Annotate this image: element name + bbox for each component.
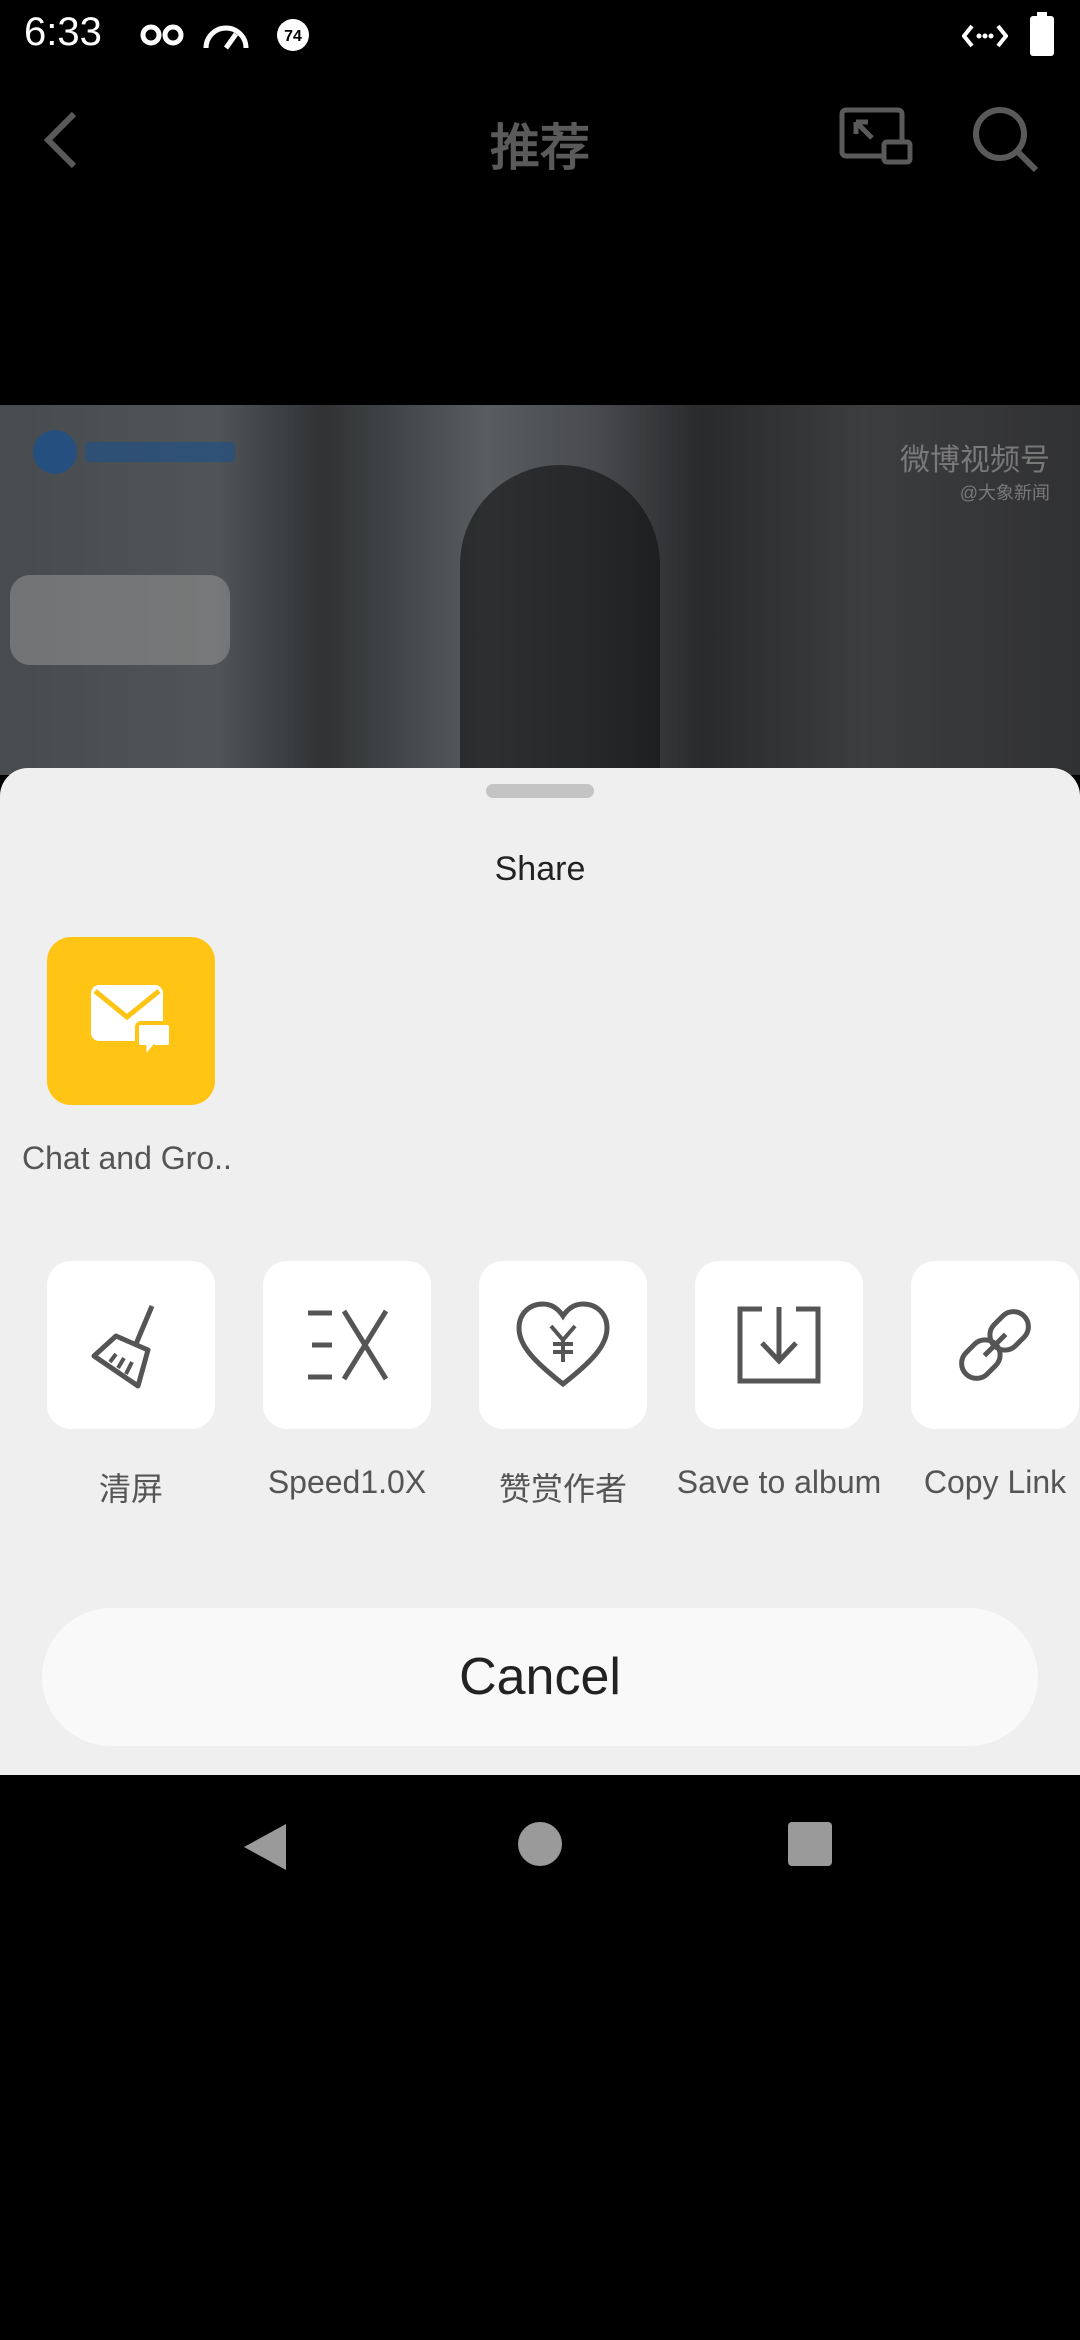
status-bar: 6:33 74 xyxy=(0,0,1080,72)
search-icon[interactable] xyxy=(970,104,1040,174)
notification-74-icon: 74 xyxy=(277,19,309,51)
copy-link-button[interactable] xyxy=(911,1261,1079,1429)
speed-label: Speed1.0X xyxy=(267,1464,427,1500)
share-sheet: Share Chat and Gro.. 清屏 Speed1.0X 赞赏作者 S… xyxy=(0,768,1080,1775)
notification-badge-text: 74 xyxy=(284,28,302,45)
sheet-title: Share xyxy=(494,850,586,888)
chat-and-groups-label: Chat and Gro.. xyxy=(22,1140,232,1176)
nav-back-icon[interactable] xyxy=(240,1820,290,1874)
drag-handle[interactable] xyxy=(486,784,594,798)
reward-author-button[interactable] xyxy=(479,1261,647,1429)
save-to-album-label: Save to album xyxy=(676,1464,882,1500)
copy-link-label: Copy Link xyxy=(923,1464,1067,1500)
battery-icon xyxy=(1030,12,1054,56)
data-transfer-icon xyxy=(962,24,1008,48)
reward-author-label: 赞赏作者 xyxy=(498,1471,627,1507)
chat-and-groups-button[interactable] xyxy=(47,937,215,1105)
incognito-icon xyxy=(140,24,184,46)
speed-button[interactable] xyxy=(263,1261,431,1429)
cancel-button[interactable]: Cancel xyxy=(42,1608,1038,1746)
download-icon xyxy=(737,1306,821,1384)
system-nav-bar xyxy=(0,1775,1080,1920)
page-title: 推荐 xyxy=(490,120,590,176)
status-time: 6:33 xyxy=(24,10,102,54)
save-to-album-button[interactable] xyxy=(695,1261,863,1429)
speed-icon xyxy=(308,1309,389,1381)
clear-screen-button[interactable] xyxy=(47,1261,215,1429)
clear-screen-label: 清屏 xyxy=(98,1471,163,1507)
speedometer-icon xyxy=(203,25,249,50)
video-player[interactable]: 微博视频号 @大象新闻 xyxy=(0,405,1080,775)
nav-home-icon[interactable] xyxy=(516,1820,564,1868)
link-icon xyxy=(959,1309,1031,1381)
app-bar: 推荐 xyxy=(0,90,1080,186)
picture-in-picture-icon[interactable] xyxy=(838,106,914,170)
heart-yen-icon xyxy=(516,1301,610,1388)
broom-icon xyxy=(91,1305,155,1389)
mail-chat-icon xyxy=(91,985,173,1059)
nav-recents-icon[interactable] xyxy=(786,1820,834,1868)
video-dim-overlay xyxy=(0,405,1080,775)
